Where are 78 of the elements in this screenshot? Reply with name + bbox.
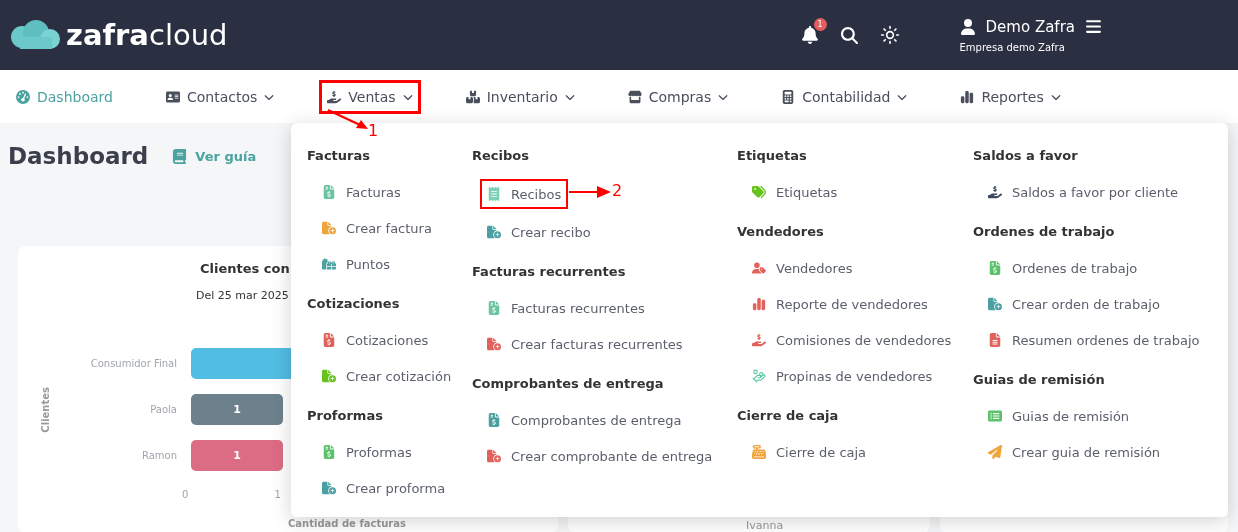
contact-card-icon [165, 89, 180, 104]
menu-group-heading: Comprobantes de entrega [472, 375, 665, 393]
chart-bar: 1 [191, 440, 283, 471]
gauge-icon [16, 89, 30, 104]
menu-item[interactable]: Ordenes de trabajo [988, 255, 1138, 281]
menu-item[interactable]: Resumen ordenes de trabajo [988, 327, 1200, 353]
nav-menu-item[interactable]: Compras [619, 79, 737, 114]
chart-label: Ivanna [746, 520, 784, 532]
user-name[interactable]: Demo Zafra [985, 17, 1075, 36]
menu-group-heading: Etiquetas [737, 147, 808, 165]
bar-chart-icon [960, 89, 975, 104]
notification-badge: 1 [813, 18, 827, 31]
menu-group-heading: Guias de remisión [973, 371, 1106, 389]
category-label: Paola [149, 404, 177, 415]
menu-item[interactable]: Crear guia de remisión [988, 439, 1161, 465]
menu-group-heading: Ordenes de trabajo [973, 223, 1116, 241]
menu-item[interactable]: Saldos a favor por cliente [988, 179, 1179, 205]
nav-menu-item[interactable]: Reportes [952, 79, 1069, 114]
menu-item[interactable]: Comprobantes de entrega [487, 407, 682, 433]
menu-item[interactable]: Cotizaciones [322, 327, 429, 353]
menu-group-heading: Recibos [472, 147, 530, 165]
menu-group-heading: Vendedores [737, 223, 825, 241]
menu-group-heading: Facturas recurrentes [472, 263, 627, 281]
annotation-number: 2 [612, 181, 623, 200]
menu-item[interactable]: Crear factura [322, 215, 432, 241]
menu-item[interactable]: Crear proforma [322, 475, 446, 501]
menu-item[interactable]: Crear comprobante de entrega [487, 443, 713, 469]
annotation-number: 1 [368, 121, 379, 140]
menu-item[interactable]: Reporte de vendedores [752, 291, 928, 317]
x-axis-label: Cantidad de facturas [288, 518, 406, 529]
menu-item[interactable]: Recibos [480, 179, 569, 209]
menu-item[interactable]: Facturas [322, 179, 401, 205]
nav-menu-item[interactable]: Inventario [457, 79, 583, 114]
nav-menu-item[interactable]: Ventas [319, 79, 421, 114]
annotation-arrow [328, 110, 368, 130]
nav-menu-item[interactable]: Contabilidad [773, 79, 916, 114]
menu-item[interactable]: Crear cotización [322, 363, 452, 389]
company-name: Empresa demo Zafra [959, 41, 1066, 53]
menu-item[interactable]: Proformas [322, 439, 412, 465]
cloud-logo-icon [10, 19, 62, 51]
chart-bar: 1 [191, 394, 283, 425]
menu-item[interactable]: Cierre de caja [752, 439, 867, 465]
menu-icon[interactable] [1085, 18, 1102, 35]
book-icon [172, 148, 188, 164]
sun-icon[interactable] [879, 25, 900, 45]
menu-item[interactable]: Facturas recurrentes [487, 295, 645, 321]
chart-title: Clientes con [200, 261, 290, 276]
menu-item[interactable]: Crear recibo [487, 219, 591, 245]
category-label: Consumidor Final [89, 358, 177, 369]
menu-group-heading: Facturas [307, 147, 371, 165]
menu-item[interactable]: Vendedores [752, 255, 853, 281]
y-axis-label: Clientes [40, 386, 51, 433]
hand-coin-icon [327, 89, 342, 104]
menu-group-heading: Saldos a favor [973, 147, 1079, 165]
menu-group-heading: Cotizaciones [307, 295, 401, 313]
menu-item[interactable]: Etiquetas [752, 179, 838, 205]
page-title: Dashboard [8, 143, 149, 169]
menu-item[interactable]: Crear orden de trabajo [988, 291, 1160, 317]
tick-label: 0 [182, 489, 189, 500]
chart-subtitle: Del 25 mar 2025 [196, 289, 289, 302]
category-label: Ramon [140, 450, 177, 461]
search-icon[interactable] [840, 26, 858, 44]
boxes-icon [465, 89, 480, 104]
menu-item[interactable]: Puntos [322, 251, 390, 277]
store-icon [627, 89, 642, 104]
menu-item[interactable]: Propinas de vendedores [752, 363, 933, 389]
menu-group-heading: Proformas [307, 407, 384, 425]
menu-item[interactable]: Crear facturas recurrentes [487, 331, 683, 357]
menu-item[interactable]: Guias de remisión [988, 403, 1130, 429]
tick-label: 1 [274, 489, 281, 500]
menu-group-heading: Cierre de caja [737, 407, 840, 425]
menu-item[interactable]: Comisiones de vendedores [752, 327, 952, 353]
calculator-icon [781, 89, 796, 104]
annotation-arrow [569, 186, 611, 198]
logo-text: zafracloud [66, 18, 228, 52]
nav-menu-item[interactable]: Contactos [157, 79, 283, 114]
notification-bell-icon[interactable] [800, 26, 819, 44]
user-icon [959, 18, 976, 35]
